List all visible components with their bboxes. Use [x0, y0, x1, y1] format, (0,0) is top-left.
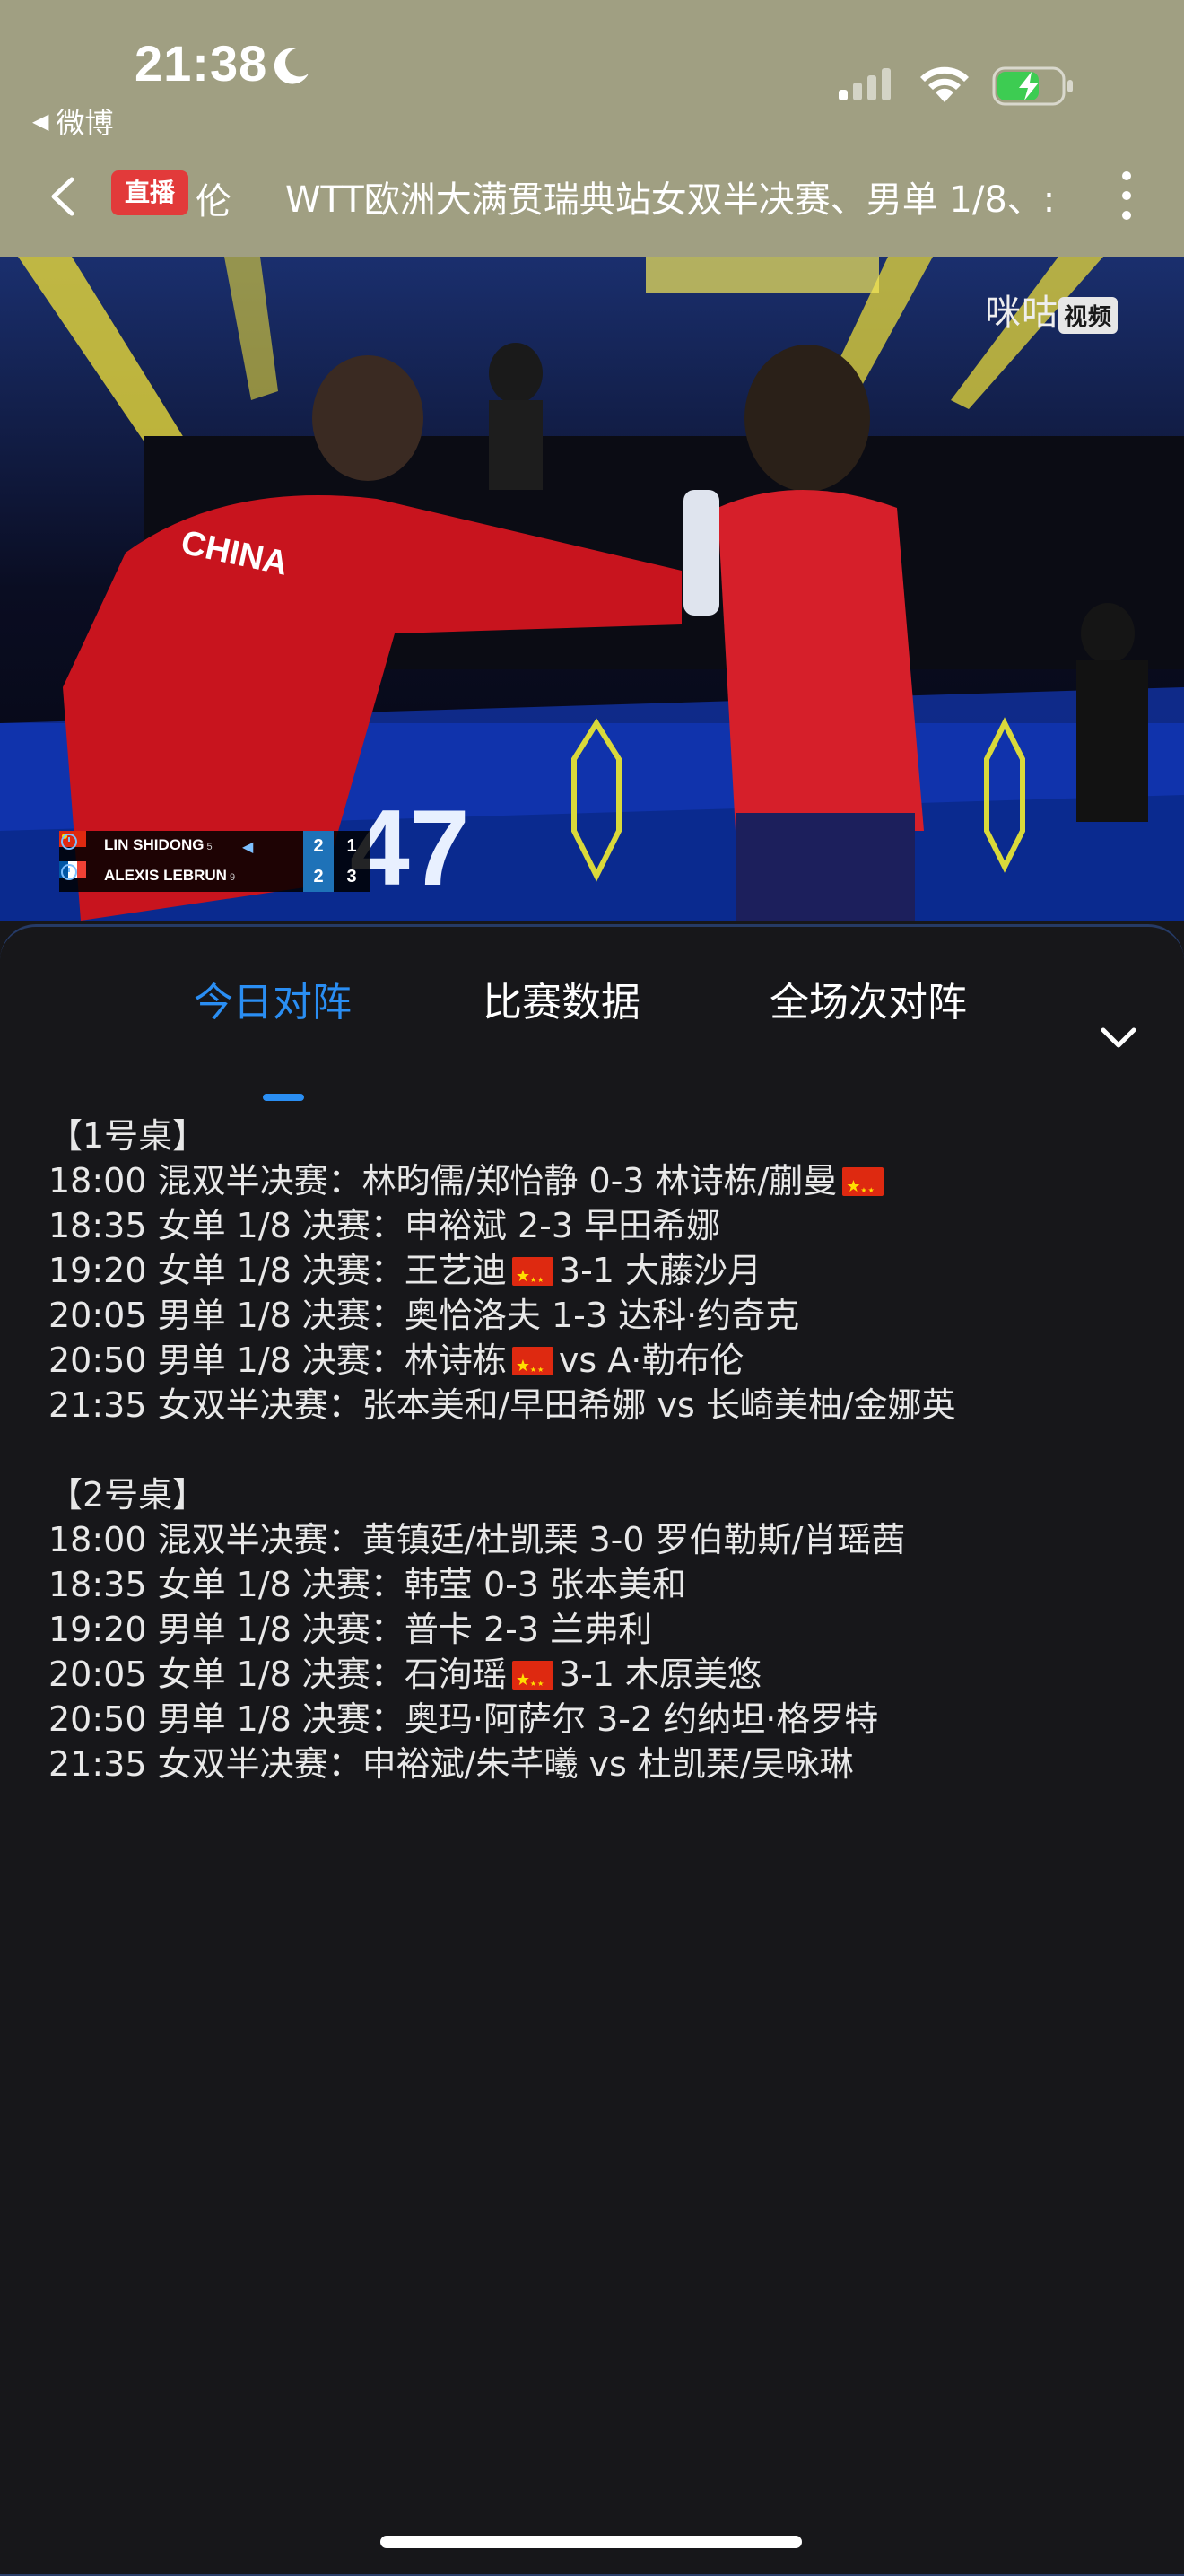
table-heading: 【2号桌】: [48, 1475, 207, 1515]
match-text: 18:00 混双半决赛：黄镇廷/杜凯琹 3-0 罗伯勒斯/肖瑶茜: [48, 1520, 906, 1559]
match-row: 21:35 女双半决赛：申裕斌/朱芊曦 vs 杜凯琹/吴咏琳: [48, 1742, 1161, 1786]
watermark-logo: 咪咕 视频: [985, 284, 1119, 336]
table-group: 【1号桌】 18:00 混双半决赛：林昀儒/郑怡静 0-3 林诗栋/蒯曼 18:35…: [48, 1113, 1161, 1428]
match-text: 20:50 男单 1/8 决赛：林诗栋: [48, 1340, 507, 1380]
points-score: 1: [346, 836, 357, 856]
match-row: 21:35 女双半决赛：张本美和/早田希娜 vs 长崎美柚/金娜英: [48, 1383, 1161, 1428]
match-text: 18:35 女单 1/8 决赛：韩莹 0-3 张本美和: [48, 1565, 687, 1604]
timeout-icon: [61, 834, 77, 850]
cellular-signal-icon: [839, 68, 891, 100]
table-group: 【2号桌】 18:00 混双半决赛：黄镇廷/杜凯琹 3-0 罗伯勒斯/肖瑶茜 18:…: [48, 1472, 1161, 1786]
status-time: 21:38: [135, 35, 268, 92]
video-player[interactable]: 47 CHINA 咪咕 视频 LIN SHIDONG 5 ◀ 2 1 ALEXI…: [0, 257, 1184, 921]
tab-today-matches[interactable]: 今日对阵: [194, 970, 352, 1027]
match-text: 19:20 女单 1/8 决赛：王艺迪: [48, 1251, 507, 1290]
serve-indicator-icon: ◀: [242, 840, 254, 855]
match-text: 19:20 男单 1/8 决赛：普卡 2-3 兰弗利: [48, 1610, 653, 1649]
match-result-text: vs A·勒布伦: [558, 1340, 744, 1380]
player-name: LIN SHIDONG 5: [104, 836, 213, 853]
header-area: 21:38 ◀ 微博 直播 伦 WTT欧洲大满贯瑞典站女双半决赛、男单 1/8、…: [0, 0, 1184, 257]
live-badge: 直播: [111, 170, 188, 215]
more-vertical-icon[interactable]: [1118, 169, 1136, 223]
china-flag-icon: [511, 1344, 553, 1393]
back-triangle-icon: ◀: [32, 109, 49, 134]
match-row: 20:50 男单 1/8 决赛：奥玛·阿萨尔 3-2 约纳坦·格罗特: [48, 1697, 1161, 1742]
games-score: 2: [303, 831, 334, 861]
back-to-app-link[interactable]: ◀ 微博: [32, 100, 113, 142]
nav-bar: 直播 伦 WTT欧洲大满贯瑞典站女双半决赛、男单 1/8、:: [0, 158, 1184, 230]
china-flag-icon: [511, 1254, 553, 1303]
match-text: 18:35 女单 1/8 决赛：申裕斌 2-3 早田希娜: [48, 1206, 721, 1245]
match-row: 20:05 女单 1/8 决赛：石洵瑶 3-1 木原美悠: [48, 1652, 1161, 1707]
match-result-text: 3-1 木原美悠: [558, 1655, 762, 1694]
match-text: 20:05 男单 1/8 决赛：奥恰洛夫 1-3 达科·约奇克: [48, 1296, 800, 1335]
china-flag-icon: [842, 1165, 884, 1213]
tab-all-matches[interactable]: 全场次对阵: [770, 970, 967, 1027]
scoreboard-row: LIN SHIDONG 5 ◀ 2 1: [59, 831, 370, 861]
back-app-label: 微博: [56, 106, 114, 140]
match-row: 20:50 男单 1/8 决赛：林诗栋 vs A·勒布伦: [48, 1338, 1161, 1393]
tab-bar: 今日对阵 比赛数据 全场次对阵: [0, 970, 1184, 1101]
video-frame: 47 CHINA: [0, 257, 1184, 921]
match-text: 20:50 男单 1/8 决赛：奥玛·阿萨尔 3-2 约纳坦·格罗特: [48, 1699, 879, 1739]
match-text: 20:05 女单 1/8 决赛：石洵瑶: [48, 1655, 507, 1694]
games-score: 2: [303, 861, 334, 892]
scoreboard-row: ALEXIS LEBRUN 9 2 3: [59, 861, 370, 892]
match-row: 18:35 女单 1/8 决赛：申裕斌 2-3 早田希娜: [48, 1203, 1161, 1248]
moon-icon: [274, 48, 309, 84]
match-text: 18:00 混双半决赛：林昀儒/郑怡静 0-3 林诗栋/蒯曼: [48, 1161, 838, 1201]
timeout-icon: [61, 864, 77, 880]
table-heading: 【1号桌】: [48, 1116, 207, 1156]
schedule-panel: 今日对阵 比赛数据 全场次对阵 【1号桌】 18:00 混双半决赛：林昀儒/郑怡静…: [0, 924, 1184, 2576]
match-row: 19:20 女单 1/8 决赛：王艺迪 3-1 大藤沙月: [48, 1248, 1161, 1303]
match-row: 18:35 女单 1/8 决赛：韩莹 0-3 张本美和: [48, 1562, 1161, 1607]
player-name: ALEXIS LEBRUN 9: [104, 867, 236, 884]
match-row: 18:00 混双半决赛：黄镇廷/杜凯琹 3-0 罗伯勒斯/肖瑶茜: [48, 1517, 1161, 1562]
china-flag-icon: [511, 1658, 553, 1707]
points-score: 3: [346, 867, 357, 886]
match-row: 20:05 男单 1/8 决赛：奥恰洛夫 1-3 达科·约奇克: [48, 1293, 1161, 1338]
home-indicator[interactable]: [380, 2536, 802, 2548]
nav-title-prefix: 伦: [196, 181, 231, 223]
active-tab-indicator: [263, 1094, 304, 1101]
battery-charging-icon: [992, 66, 1073, 106]
wifi-icon: [920, 66, 969, 102]
schedule-list: 【1号桌】 18:00 混双半决赛：林昀儒/郑怡静 0-3 林诗栋/蒯曼 18:35…: [48, 1113, 1161, 1831]
watermark-text: 咪咕: [985, 293, 1058, 333]
match-text: 21:35 女双半决赛：申裕斌/朱芊曦 vs 杜凯琹/吴咏琳: [48, 1744, 854, 1784]
match-row: 18:00 混双半决赛：林昀儒/郑怡静 0-3 林诗栋/蒯曼: [48, 1158, 1161, 1213]
back-chevron-icon[interactable]: [45, 174, 81, 219]
match-text: 21:35 女双半决赛：张本美和/早田希娜 vs 长崎美柚/金娜英: [48, 1385, 956, 1425]
match-row: 19:20 男单 1/8 决赛：普卡 2-3 兰弗利: [48, 1607, 1161, 1652]
tab-match-stats[interactable]: 比赛数据: [483, 970, 640, 1027]
watermark-tag: 视频: [1058, 296, 1119, 334]
page-title: WTT欧洲大满贯瑞典站女双半决赛、男单 1/8、:: [285, 179, 1056, 221]
scoreboard: LIN SHIDONG 5 ◀ 2 1 ALEXIS LEBRUN 9 2 3: [59, 831, 370, 892]
chevron-down-icon[interactable]: [1100, 1026, 1137, 1051]
match-result-text: 3-1 大藤沙月: [558, 1251, 762, 1290]
